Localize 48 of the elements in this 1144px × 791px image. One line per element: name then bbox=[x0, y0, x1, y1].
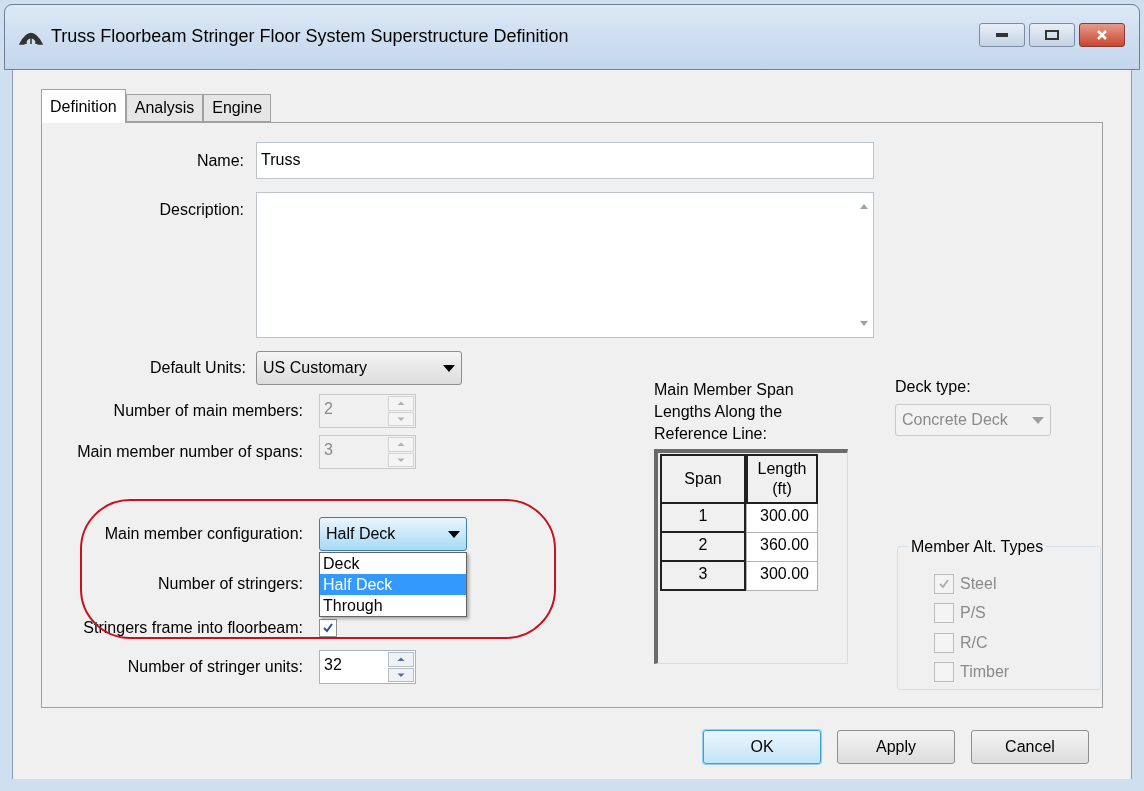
dropdown-option[interactable]: Deck bbox=[320, 553, 466, 574]
tab[interactable]: Engine bbox=[203, 94, 272, 122]
table-cell: 3 bbox=[660, 562, 746, 591]
table-cell: 1 bbox=[660, 504, 746, 533]
dropdown-option[interactable]: Through bbox=[320, 595, 466, 616]
dialog-button[interactable]: Cancel bbox=[971, 730, 1089, 764]
column-header: Length (ft) bbox=[746, 454, 818, 504]
caret-icon bbox=[443, 364, 455, 372]
dialog-button[interactable]: Apply bbox=[837, 730, 955, 764]
name-field[interactable]: Truss bbox=[256, 142, 874, 179]
field-label: Number of stringer units: bbox=[126, 657, 303, 677]
dialog-button[interactable]: OK bbox=[703, 730, 821, 764]
checkbox[interactable] bbox=[319, 619, 337, 637]
maximize-button[interactable] bbox=[1029, 23, 1075, 47]
field-label: Description: bbox=[158, 200, 244, 220]
close-icon bbox=[1096, 29, 1108, 41]
field-label: Number of stringers: bbox=[157, 574, 303, 594]
tab[interactable]: Analysis bbox=[125, 94, 204, 122]
close-button[interactable] bbox=[1079, 23, 1125, 47]
table-cell: 2 bbox=[660, 533, 746, 562]
table-cell[interactable]: 300.00 bbox=[746, 562, 818, 591]
checkbox-label: Steel bbox=[960, 573, 997, 594]
caret-icon bbox=[448, 530, 460, 538]
minimize-button[interactable] bbox=[979, 23, 1025, 47]
checkmark-icon bbox=[938, 577, 950, 590]
table-title: Main Member Span Lengths Along the Reference Line: bbox=[654, 380, 795, 444]
field-label: Main member configuration: bbox=[103, 524, 303, 544]
checkbox-label: R/C bbox=[960, 632, 988, 653]
window-title: Truss Floorbeam Stringer Floor System Superstructure Definition bbox=[51, 25, 569, 48]
checkbox-label: Timber bbox=[960, 662, 1010, 683]
checkmark-icon bbox=[322, 622, 334, 634]
field-label: Deck type: bbox=[895, 377, 972, 397]
spin-field[interactable]: 32 bbox=[319, 650, 416, 684]
configuration-dropdown[interactable]: Half Deck bbox=[319, 517, 467, 551]
field-label: Default Units: bbox=[148, 358, 246, 378]
column-header: Span bbox=[660, 454, 746, 504]
caret-icon bbox=[1032, 416, 1044, 424]
table-cell[interactable]: 300.00 bbox=[746, 504, 818, 533]
minimize-icon bbox=[996, 33, 1008, 37]
field-label: Number of main members: bbox=[112, 401, 303, 421]
tab[interactable]: Definition bbox=[41, 89, 126, 123]
field-label: Main member number of spans: bbox=[76, 442, 303, 462]
description-field[interactable] bbox=[256, 192, 874, 338]
units-dropdown[interactable]: US Customary bbox=[256, 351, 462, 385]
table-cell[interactable]: 360.00 bbox=[746, 533, 818, 562]
checkbox-label: P/S bbox=[960, 603, 986, 624]
maximize-icon bbox=[1045, 30, 1059, 40]
field-label: Name: bbox=[195, 150, 244, 171]
